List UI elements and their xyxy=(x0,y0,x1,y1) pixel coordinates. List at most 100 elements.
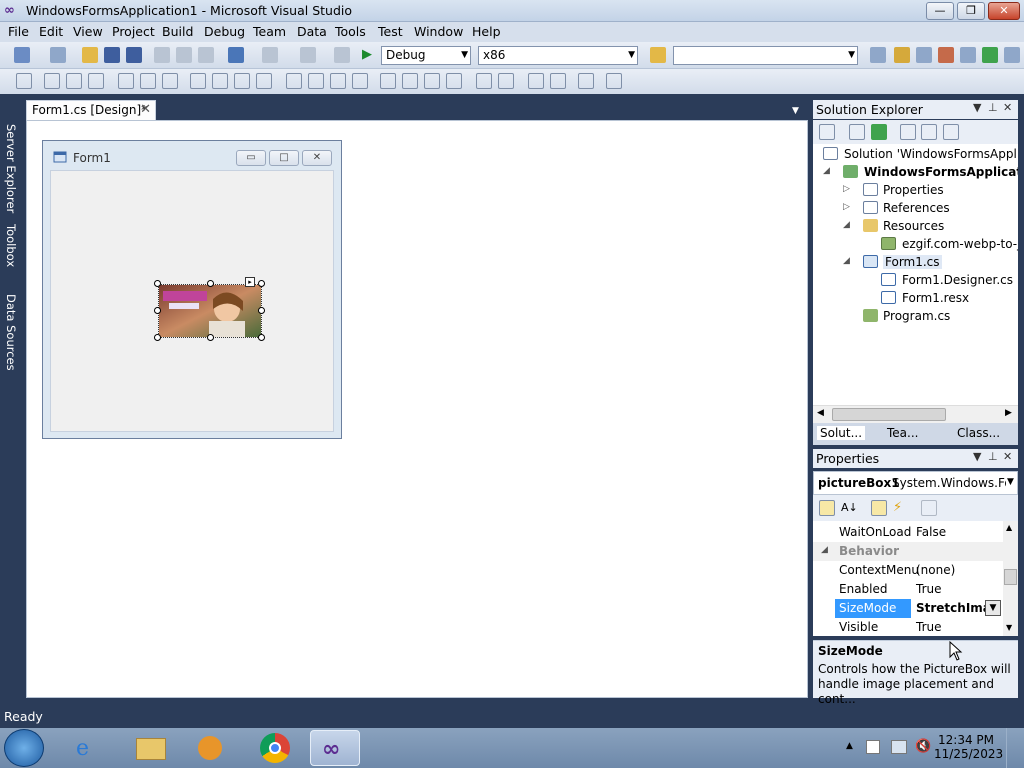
view-code-icon[interactable] xyxy=(900,124,916,140)
network-icon[interactable] xyxy=(891,740,907,754)
toolbox-tab[interactable]: Toolbox xyxy=(2,224,18,267)
start-page-icon[interactable] xyxy=(960,47,976,63)
tab-class-view[interactable]: Class... xyxy=(957,426,1000,440)
menu-build[interactable]: Build xyxy=(160,24,195,39)
smart-tag-icon[interactable]: ▸ xyxy=(245,277,255,287)
expand-icon[interactable]: ▷ xyxy=(843,202,853,212)
increase-vertical-spacing-icon[interactable] xyxy=(402,73,418,89)
picturebox1-control[interactable]: ▸ xyxy=(154,277,265,341)
center-horizontally-icon[interactable] xyxy=(476,73,492,89)
dropdown-button[interactable]: ▼ xyxy=(985,600,1001,616)
find-in-files-icon[interactable] xyxy=(650,47,666,63)
menu-window[interactable]: Window xyxy=(412,24,465,39)
resize-handle[interactable] xyxy=(258,334,265,341)
property-row-contextmenu[interactable]: ContextMenu (none) xyxy=(813,561,1003,580)
restore-button[interactable]: ❐ xyxy=(957,2,985,20)
start-debugging-icon[interactable]: ▶ xyxy=(362,47,378,63)
align-tops-icon[interactable] xyxy=(118,73,134,89)
property-value[interactable]: True xyxy=(916,620,942,634)
bring-to-front-icon[interactable] xyxy=(528,73,544,89)
solution-platform-select[interactable]: x86 ▼ xyxy=(478,46,638,65)
copy-icon[interactable] xyxy=(176,47,192,63)
close-panel-icon[interactable]: ✕ xyxy=(1003,450,1012,463)
window-position-icon[interactable]: ▼ xyxy=(973,101,981,114)
property-row-visible[interactable]: Visible True xyxy=(813,618,1003,636)
vertical-spacing-icon[interactable] xyxy=(380,73,396,89)
increase-horizontal-spacing-icon[interactable] xyxy=(308,73,324,89)
resize-handle[interactable] xyxy=(154,334,161,341)
view-designer-icon[interactable] xyxy=(921,124,937,140)
make-same-height-icon[interactable] xyxy=(234,73,250,89)
solution-explorer-icon[interactable] xyxy=(870,47,886,63)
tab-order-icon[interactable] xyxy=(578,73,594,89)
navigate-forward-icon[interactable] xyxy=(334,47,350,63)
object-selector[interactable]: pictureBox1 System.Windows.For ▼ xyxy=(813,471,1018,495)
file-explorer-taskbar-button[interactable] xyxy=(126,730,176,766)
property-value[interactable]: True xyxy=(916,582,942,596)
save-icon[interactable] xyxy=(104,47,120,63)
show-hidden-icons-icon[interactable]: ▲ xyxy=(846,741,853,751)
scroll-up-icon[interactable]: ▲ xyxy=(1006,523,1012,532)
make-same-size-icon[interactable] xyxy=(256,73,272,89)
volume-icon[interactable]: 🔇 xyxy=(915,739,931,754)
horizontal-spacing-icon[interactable] xyxy=(286,73,302,89)
toolbar-options-icon[interactable] xyxy=(1004,47,1020,63)
expand-icon[interactable]: ▷ xyxy=(843,184,853,194)
navigate-backward-icon[interactable] xyxy=(300,47,316,63)
resize-handle[interactable] xyxy=(258,307,265,314)
new-project-icon[interactable] xyxy=(14,47,30,63)
scrollbar-thumb[interactable] xyxy=(832,408,946,421)
media-player-taskbar-button[interactable] xyxy=(186,730,236,766)
menu-test[interactable]: Test xyxy=(376,24,405,39)
events-icon[interactable]: ⚡ xyxy=(893,500,909,516)
properties-window-icon[interactable] xyxy=(894,47,910,63)
properties-view-icon[interactable] xyxy=(871,500,887,516)
document-list-dropdown-icon[interactable]: ▼ xyxy=(792,106,799,116)
align-rights-icon[interactable] xyxy=(88,73,104,89)
toolbox-icon[interactable] xyxy=(938,47,954,63)
align-middles-icon[interactable] xyxy=(140,73,156,89)
server-explorer-tab[interactable]: Server Explorer xyxy=(2,124,18,213)
remove-horizontal-spacing-icon[interactable] xyxy=(352,73,368,89)
add-item-icon[interactable] xyxy=(50,47,66,63)
auto-hide-pin-icon[interactable]: ⊥ xyxy=(988,450,998,463)
resize-handle[interactable] xyxy=(207,280,214,287)
resize-handle[interactable] xyxy=(258,280,265,287)
collapse-icon[interactable]: ◢ xyxy=(843,256,853,266)
collapse-icon[interactable]: ◢ xyxy=(821,545,828,555)
menu-file[interactable]: File xyxy=(6,24,31,39)
auto-hide-pin-icon[interactable]: ⊥ xyxy=(988,101,998,114)
menu-debug[interactable]: Debug xyxy=(202,24,247,39)
start-button[interactable] xyxy=(4,729,44,767)
property-pages-icon[interactable] xyxy=(921,500,937,516)
decrease-vertical-spacing-icon[interactable] xyxy=(424,73,440,89)
categorized-icon[interactable] xyxy=(819,500,835,516)
document-tab-form1-design[interactable]: Form1.cs [Design]* ✕ xyxy=(26,100,156,120)
align-to-grid-icon[interactable] xyxy=(16,73,32,89)
property-category-behavior[interactable]: ◢ Behavior xyxy=(813,542,1005,561)
align-bottoms-icon[interactable] xyxy=(162,73,178,89)
save-all-icon[interactable] xyxy=(126,47,142,63)
action-center-icon[interactable] xyxy=(866,740,880,754)
show-desktop-button[interactable] xyxy=(1006,728,1020,768)
view-class-diagram-icon[interactable] xyxy=(943,124,959,140)
solution-configuration-select[interactable]: Debug ▼ xyxy=(381,46,471,65)
align-centers-icon[interactable] xyxy=(66,73,82,89)
send-to-back-icon[interactable] xyxy=(550,73,566,89)
align-lefts-icon[interactable] xyxy=(44,73,60,89)
alphabetical-icon[interactable]: A↓ xyxy=(841,500,858,516)
tab-team-explorer[interactable]: Tea... xyxy=(887,426,918,440)
property-value[interactable]: StretchImag xyxy=(916,601,986,615)
decrease-horizontal-spacing-icon[interactable] xyxy=(330,73,346,89)
paste-icon[interactable] xyxy=(198,47,214,63)
resize-handle[interactable] xyxy=(207,334,214,341)
menu-help[interactable]: Help xyxy=(470,24,503,39)
tab-solution-explorer[interactable]: Solut... xyxy=(817,426,866,440)
property-row-sizemode[interactable]: SizeMode StretchImag▼ xyxy=(813,599,1003,618)
make-same-width-icon[interactable] xyxy=(190,73,206,89)
menu-edit[interactable]: Edit xyxy=(37,24,65,39)
menu-team[interactable]: Team xyxy=(251,24,288,39)
property-row-waitonload[interactable]: WaitOnLoad False xyxy=(813,523,1003,542)
remove-vertical-spacing-icon[interactable] xyxy=(446,73,462,89)
data-sources-tab[interactable]: Data Sources xyxy=(2,294,18,371)
